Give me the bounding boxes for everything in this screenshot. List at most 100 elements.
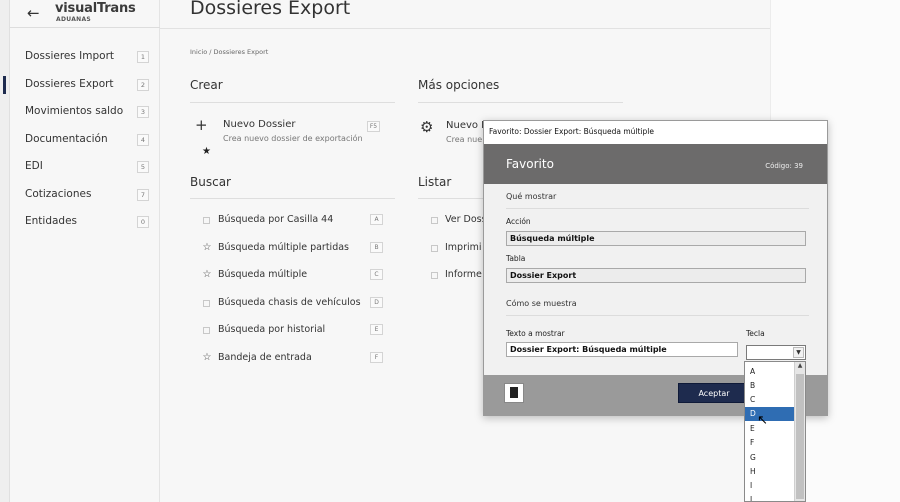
dropdown-option[interactable]: I: [745, 479, 794, 493]
shortcut-badge: 0: [137, 216, 149, 228]
dropdown-option[interactable]: E: [745, 422, 794, 436]
section-heading-buscar: Buscar: [190, 175, 231, 189]
search-item-chasis-vehiculos[interactable]: Búsqueda chasis de vehículos D: [202, 297, 392, 313]
search-item-casilla-44[interactable]: Búsqueda por Casilla 44 A: [202, 214, 392, 230]
section-label-como-se-muestra: Cómo se muestra: [506, 299, 577, 308]
list-item-label: Informe: [445, 269, 482, 280]
search-item-label: Búsqueda por Casilla 44: [218, 214, 334, 225]
divider: [190, 198, 395, 199]
search-item-historial[interactable]: Búsqueda por historial E: [202, 324, 392, 340]
sidebar-item-label: Documentación: [25, 133, 108, 145]
star-outline-icon[interactable]: ☆: [202, 269, 212, 280]
section-heading-mas-opciones: Más opciones: [418, 78, 500, 92]
dropdown-option[interactable]: B: [745, 379, 794, 393]
gear-icon: ⚙: [420, 120, 434, 136]
sidebar-item-edi[interactable]: EDI 5: [10, 156, 160, 178]
shortcut-badge: 3: [137, 106, 149, 118]
star-filled-icon[interactable]: ★: [202, 146, 211, 157]
dialog-header-title: Favorito: [506, 157, 554, 171]
delete-button[interactable]: [504, 383, 524, 403]
shortcut-badge: C: [370, 269, 383, 280]
list-item-informe[interactable]: Informe: [430, 269, 490, 285]
list-item-imprimir[interactable]: Imprimi: [430, 242, 490, 258]
divider: [506, 208, 809, 209]
dropdown-option[interactable]: J: [745, 493, 794, 501]
divider: [506, 315, 809, 316]
sidebar-item-cotizaciones[interactable]: Cotizaciones 7: [10, 184, 160, 206]
shortcut-badge: 2: [137, 79, 149, 91]
scroll-up-icon[interactable]: ▲: [795, 362, 805, 372]
checkbox-icon[interactable]: [203, 217, 210, 224]
sidebar-item-dossieres-import[interactable]: Dossieres Import 1: [10, 46, 160, 68]
star-outline-icon[interactable]: ☆: [202, 242, 212, 253]
back-arrow-icon[interactable]: ←: [27, 4, 40, 22]
dropdown-option[interactable]: H: [745, 465, 794, 479]
checkbox-icon[interactable]: [203, 327, 210, 334]
section-label-que-mostrar: Qué mostrar: [506, 192, 557, 201]
shortcut-badge: 5: [137, 161, 149, 173]
checkbox-icon[interactable]: [431, 217, 438, 224]
tecla-dropdown-list: A B C D E F G H I J ▲: [744, 361, 806, 502]
divider: [418, 198, 488, 199]
scrollbar-thumb[interactable]: [796, 374, 804, 499]
sidebar-item-movimientos-saldo[interactable]: Movimientos saldo 3: [10, 101, 160, 123]
shortcut-badge: F5: [367, 121, 380, 132]
chevron-down-icon[interactable]: ▼: [793, 347, 804, 358]
shortcut-badge: 4: [137, 134, 149, 146]
action-nuevo-option[interactable]: ⚙ Nuevo D Crea nue: [420, 120, 490, 150]
dialog-header: Favorito Código: 39: [484, 144, 827, 184]
search-item-label: Búsqueda chasis de vehículos: [218, 297, 361, 308]
list-item-label: Imprimi: [445, 242, 482, 253]
accion-field[interactable]: Búsqueda múltiple: [506, 231, 806, 246]
sidebar-item-label: Entidades: [25, 215, 78, 227]
shortcut-badge: B: [370, 242, 383, 253]
trash-icon: [510, 387, 518, 398]
star-outline-icon[interactable]: ☆: [202, 352, 212, 363]
dialog-titlebar[interactable]: Favorito: Dossier Export: Búsqueda múlti…: [484, 121, 827, 143]
dropdown-option[interactable]: A: [745, 365, 794, 379]
checkbox-icon[interactable]: [431, 272, 438, 279]
brand-header: ← visualTrans ADUANAS: [10, 0, 160, 28]
dialog-code: Código: 39: [765, 162, 803, 170]
logo-subtitle: ADUANAS: [56, 16, 92, 23]
dropdown-option[interactable]: G: [745, 451, 794, 465]
shortcut-badge: D: [370, 297, 383, 308]
search-item-multiple-partidas[interactable]: ☆ Búsqueda múltiple partidas B: [202, 242, 392, 258]
sidebar-item-entidades[interactable]: Entidades 0: [10, 211, 160, 233]
texto-mostrar-field[interactable]: Dossier Export: Búsqueda múltiple: [506, 342, 738, 357]
action-name: Nuevo Dossier: [223, 119, 296, 130]
dropdown-scrollbar[interactable]: ▲: [794, 362, 805, 501]
sidebar-item-label: Movimientos saldo: [25, 105, 124, 117]
logo-name: visualTrans: [55, 1, 136, 16]
tabla-label: Tabla: [506, 254, 526, 263]
search-item-bandeja-entrada[interactable]: ☆ Bandeja de entrada F: [202, 352, 392, 368]
action-nuevo-dossier[interactable]: + Nuevo Dossier Crea nuevo dossier de ex…: [195, 116, 385, 149]
plus-icon: +: [195, 116, 208, 134]
accept-button[interactable]: Aceptar: [678, 383, 750, 403]
tecla-select[interactable]: ▼: [746, 345, 806, 360]
search-item-multiple[interactable]: ☆ Búsqueda múltiple C: [202, 269, 392, 285]
list-item-label: Ver Doss: [445, 214, 487, 225]
page-title: Dossieres Export: [190, 0, 351, 19]
sidebar-item-documentacion[interactable]: Documentación 4: [10, 129, 160, 151]
dialog-window-title: Favorito: Dossier Export: Búsqueda múlti…: [489, 127, 654, 136]
divider: [190, 102, 395, 103]
dropdown-option[interactable]: C: [745, 393, 794, 407]
shortcut-badge: E: [370, 324, 383, 335]
shortcut-badge: 7: [137, 189, 149, 201]
sidebar-item-dossieres-export[interactable]: Dossieres Export 2: [3, 74, 160, 96]
dropdown-option[interactable]: F: [745, 436, 794, 450]
checkbox-icon[interactable]: [431, 245, 438, 252]
checkbox-icon[interactable]: [203, 300, 210, 307]
tabla-field[interactable]: Dossier Export: [506, 268, 806, 283]
dropdown-option-selected[interactable]: D: [745, 407, 794, 421]
list-item-ver[interactable]: Ver Doss: [430, 214, 490, 230]
sidebar-item-label: Dossieres Import: [25, 50, 115, 62]
breadcrumb[interactable]: Inicio / Dossieres Export: [190, 48, 268, 56]
action-description: Crea nue: [446, 135, 483, 144]
section-heading-crear: Crear: [190, 78, 223, 92]
shortcut-badge: F: [370, 352, 383, 363]
search-item-label: Bandeja de entrada: [218, 352, 312, 363]
texto-mostrar-label: Texto a mostrar: [506, 329, 565, 338]
sidebar: ← visualTrans ADUANAS Dossieres Import 1…: [3, 0, 160, 502]
